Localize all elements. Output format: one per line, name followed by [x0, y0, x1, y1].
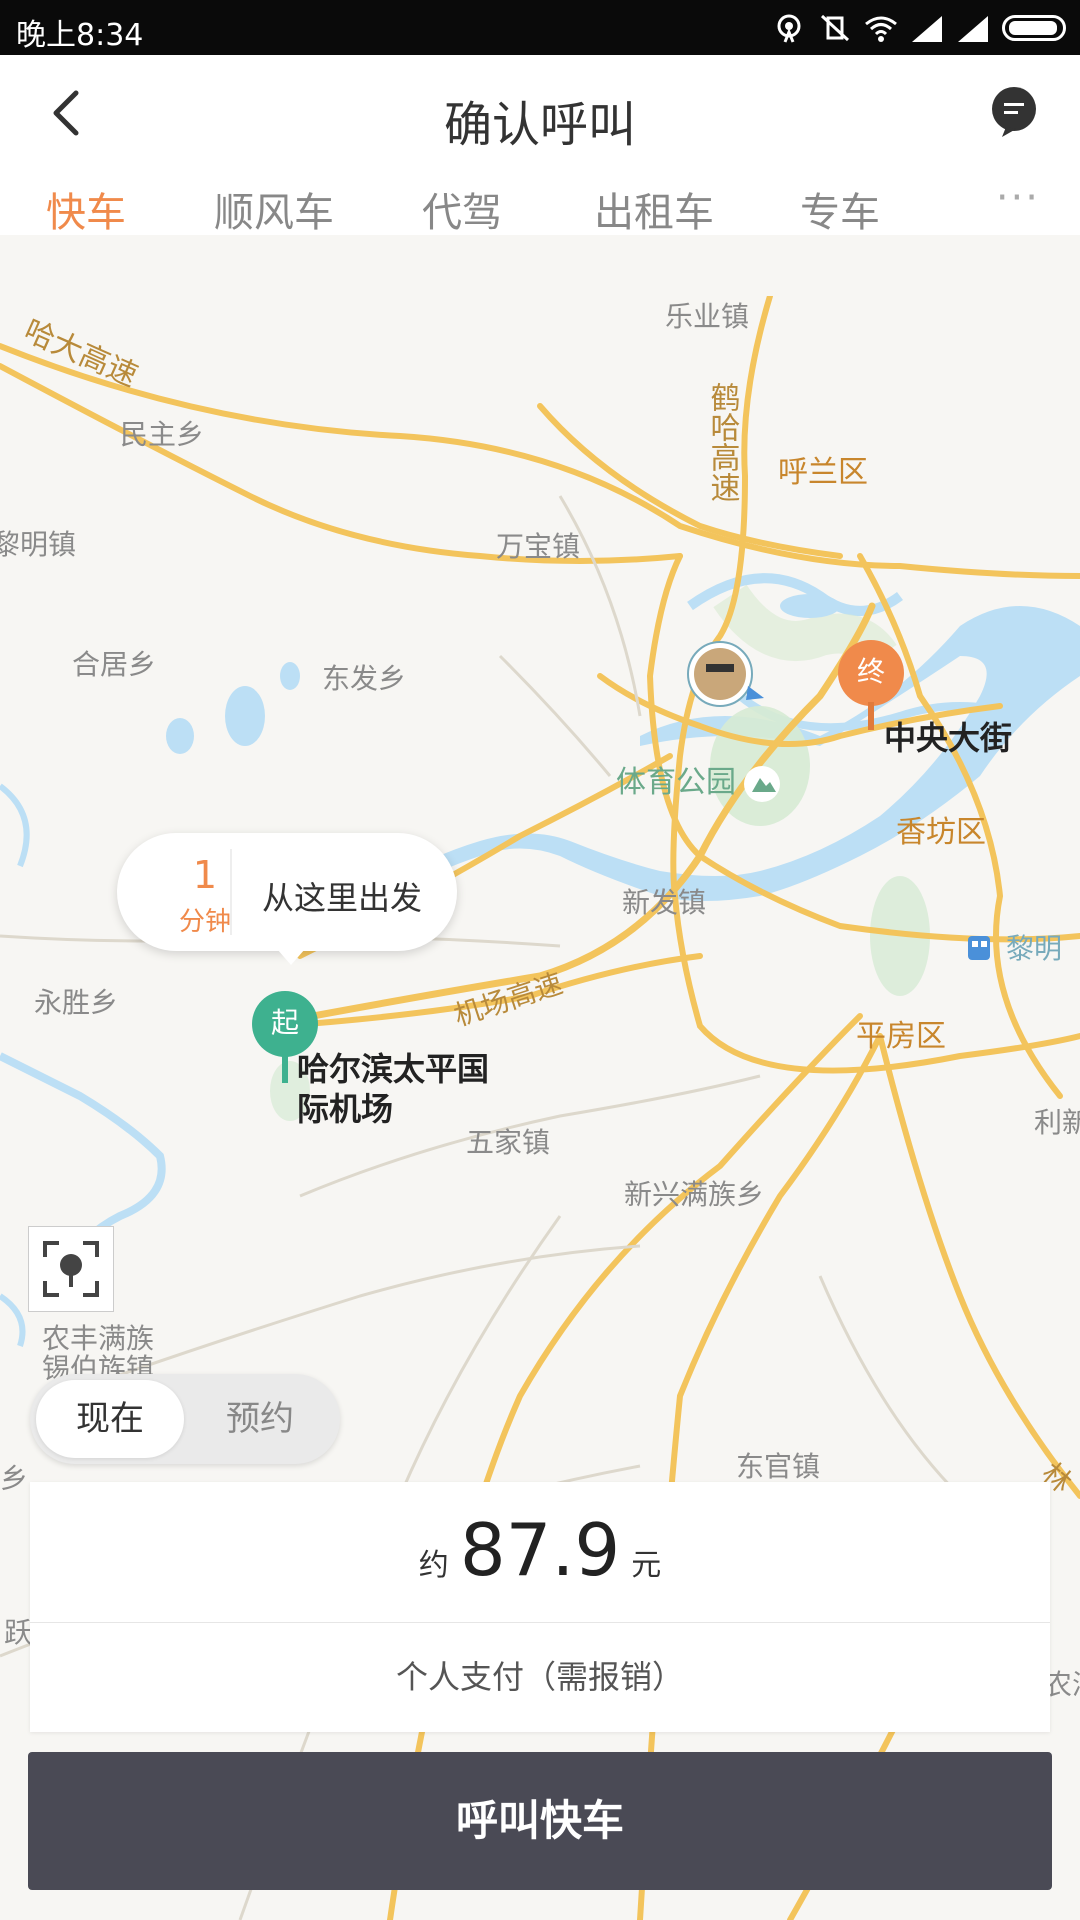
- more-tabs-button[interactable]: ···: [996, 175, 1040, 221]
- status-bar: 晚上8:34: [0, 0, 1080, 55]
- tab-chuzuche[interactable]: 出租车: [594, 180, 714, 238]
- battery-icon: [1002, 15, 1066, 41]
- start-location-line2: 际机场: [297, 1090, 394, 1128]
- message-icon[interactable]: [988, 85, 1040, 139]
- fare-unit: 元: [631, 1548, 662, 1583]
- start-location-name: 哈尔滨太平国 际机场: [297, 1049, 489, 1129]
- tab-zhuanche[interactable]: 专车: [800, 180, 880, 238]
- tab-daijia[interactable]: 代驾: [422, 180, 502, 238]
- signal-icon-2: [958, 16, 988, 42]
- depart-from-here: 从这里出发: [262, 879, 423, 917]
- header: 确认呼叫 快车 顺风车 代驾 出租车 专车 ···: [0, 55, 1080, 236]
- call-car-button[interactable]: 呼叫快车: [28, 1752, 1052, 1890]
- map-label-nongfeng: 农丰满族: [42, 1322, 154, 1355]
- fare-prefix: 约: [418, 1548, 449, 1583]
- end-pin-stem: [868, 702, 874, 730]
- locate-button[interactable]: [28, 1226, 114, 1312]
- eta-value: 1: [192, 853, 218, 897]
- tab-shunfengche[interactable]: 顺风车: [214, 180, 334, 238]
- park-icon: [744, 766, 780, 802]
- map-label-wujia: 五家镇: [466, 1126, 550, 1159]
- end-badge: 终: [838, 640, 904, 706]
- page-title: 确认呼叫: [443, 97, 636, 153]
- map-label-leye: 乐业镇: [665, 300, 749, 333]
- hotspot-icon: [777, 14, 801, 43]
- start-location-line1: 哈尔滨太平国: [297, 1050, 490, 1088]
- map-label-minzhu: 民主乡: [120, 418, 204, 451]
- vibrate-icon: [820, 14, 850, 42]
- map-label-xinxing: 新兴满族乡: [624, 1178, 764, 1211]
- map-label-liming: 黎明镇: [0, 528, 76, 561]
- map-label-xiangfang: 香坊区: [896, 815, 986, 850]
- fare-estimate: 约 87.9 元: [30, 1482, 1050, 1622]
- fare-card: 约 87.9 元 个人支付（需报销）: [30, 1482, 1050, 1732]
- map-label-dongguan: 东官镇: [736, 1450, 820, 1483]
- start-pin-stem: [282, 1051, 288, 1083]
- map-label-sports-park: 体育公园: [616, 765, 736, 800]
- end-location-name: 中央大街: [884, 719, 1013, 757]
- map-label-yue: 跃: [4, 1616, 32, 1649]
- map-label-yongsheng: 永胜乡: [34, 986, 118, 1019]
- wifi-icon: [865, 16, 897, 42]
- reserve-option[interactable]: 预约: [186, 1380, 334, 1458]
- locate-icon: [43, 1241, 99, 1297]
- tab-kuaiche[interactable]: 快车: [46, 180, 126, 238]
- eta-bubble[interactable]: 1 分钟 从这里出发: [117, 833, 457, 965]
- payment-method[interactable]: 个人支付（需报销）: [30, 1622, 1050, 1732]
- end-pin[interactable]: 终: [838, 640, 904, 730]
- map-label-liming-station: 黎明: [1006, 932, 1062, 965]
- fare-value: 87.9: [459, 1508, 621, 1592]
- bubble-divider: [230, 849, 232, 935]
- map-label-wanbao: 万宝镇: [496, 530, 580, 563]
- map-label-hulan: 呼兰区: [778, 455, 868, 490]
- service-tabs: 快车 顺风车 代驾 出租车 专车 ···: [0, 175, 1080, 265]
- map-label-xiang: 乡: [0, 1462, 28, 1495]
- start-badge: 起: [252, 991, 318, 1057]
- map-label-lixin: 利新: [1034, 1106, 1080, 1139]
- map-label-xinfa: 新发镇: [622, 886, 706, 919]
- time-toggle: 现在 预约: [30, 1374, 340, 1464]
- now-option[interactable]: 现在: [36, 1380, 184, 1458]
- map-label-dongfa: 东发乡: [322, 662, 406, 695]
- map-label-heha-highway: 鹤哈高速: [705, 382, 741, 502]
- signal-icon: [912, 16, 942, 42]
- map-label-heju: 合居乡: [72, 648, 156, 681]
- map-label-pingfang: 平房区: [856, 1019, 946, 1054]
- start-pin[interactable]: 起: [252, 991, 318, 1083]
- eta-unit: 分钟: [178, 907, 231, 937]
- status-time: 晚上8:34: [16, 18, 144, 53]
- train-station-icon: [968, 936, 990, 960]
